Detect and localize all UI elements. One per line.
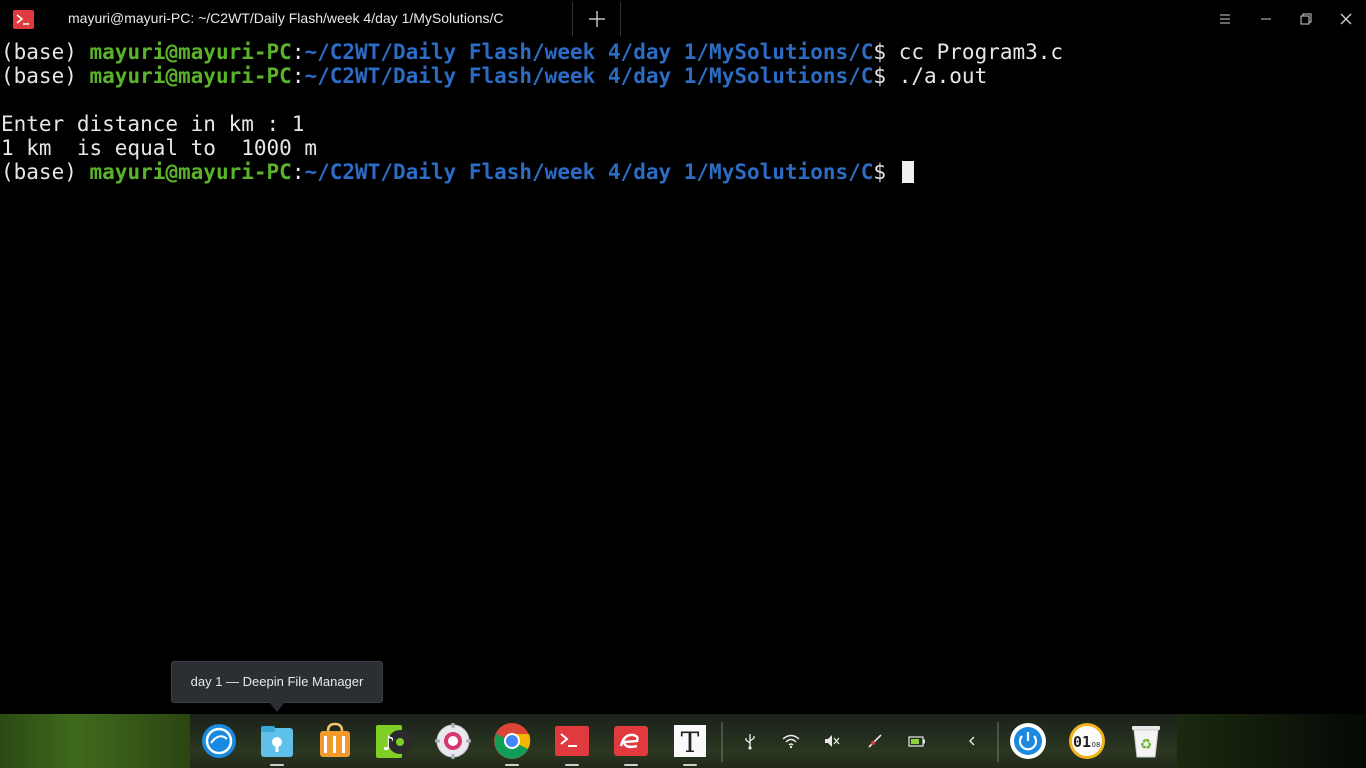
app-store-icon[interactable] [316,722,354,760]
minimize-button[interactable] [1255,8,1277,30]
file-manager-icon[interactable] [258,722,296,760]
svg-text:♻: ♻ [1140,737,1153,753]
conda-env: (base) [1,40,90,64]
running-indicator [683,764,697,766]
clock-icon[interactable]: 01 08 [1068,722,1106,760]
prompt-path: ~/C2WT/Daily Flash/week 4/day 1/MySoluti… [304,40,874,64]
terminal-line: (base) mayuri@mayuri-PC:~/C2WT/Daily Fla… [1,64,987,88]
expand-icon[interactable] [962,731,982,751]
svg-text:♪: ♪ [382,731,395,755]
conda-env: (base) [1,64,90,88]
settings-icon[interactable] [434,722,472,760]
command-text: ./a.out [898,64,988,88]
prompt-symbol: $ [873,160,899,184]
prompt-colon: : [291,160,305,184]
terminal-tab[interactable]: mayuri@mayuri-PC: ~/C2WT/Daily Flash/wee… [48,0,572,38]
dock-separator [721,722,723,762]
trash-icon[interactable]: ♻ [1127,722,1165,760]
launcher-icon[interactable] [200,722,238,760]
wallpaper-right [1177,714,1366,768]
prompt-colon: : [291,40,305,64]
prompt-path: ~/C2WT/Daily Flash/week 4/day 1/MySoluti… [304,64,874,88]
clock-digits: 01 [1073,733,1091,751]
power-icon[interactable] [1009,722,1047,760]
minimize-icon [1261,18,1271,20]
prompt-path: ~/C2WT/Daily Flash/week 4/day 1/MySoluti… [304,160,874,184]
prompt-user: mayuri@mayuri-PC [89,160,292,184]
terminal-line: 1 km is equal to 1000 m [1,136,318,160]
clock-small: 08 [1092,741,1101,749]
dock-separator [997,722,999,762]
terminal-app-icon [13,10,34,29]
terminal-output[interactable]: (base) mayuri@mayuri-PC:~/C2WT/Daily Fla… [0,38,1366,678]
menu-icon [1220,14,1230,24]
conda-env: (base) [1,160,90,184]
menu-button[interactable] [1214,8,1236,30]
pen-icon[interactable] [865,731,885,751]
music-icon[interactable]: ♪ [374,722,412,760]
terminal-line: (base) mayuri@mayuri-PC:~/C2WT/Daily Fla… [1,160,914,184]
prompt-user: mayuri@mayuri-PC [89,40,292,64]
prompt-colon: : [291,64,305,88]
running-indicator [624,764,638,766]
add-tab-button[interactable] [586,8,608,30]
running-indicator [505,764,519,766]
wps-icon[interactable] [612,722,650,760]
title-bar: mayuri@mayuri-PC: ~/C2WT/Daily Flash/wee… [0,0,1366,38]
terminal-line: Enter distance in km : 1 [1,112,305,136]
tab-title: mayuri@mayuri-PC: ~/C2WT/Daily Flash/wee… [68,10,504,26]
volume-muted-icon[interactable] [822,731,842,751]
wifi-icon[interactable] [781,731,801,751]
tooltip-text: day 1 — Deepin File Manager [190,674,364,689]
tab-divider [572,2,573,36]
terminal-line: (base) mayuri@mayuri-PC:~/C2WT/Daily Fla… [1,40,1063,64]
chrome-icon[interactable] [493,722,531,760]
text-cursor [901,161,914,183]
tooltip-arrow [269,702,285,712]
wallpaper-left [0,714,190,768]
terminal-icon[interactable] [553,722,591,760]
prompt-symbol: $ [873,64,899,88]
maximize-button[interactable] [1294,8,1316,30]
running-indicator [270,764,284,766]
usb-icon[interactable] [740,731,760,751]
close-icon [1340,13,1352,25]
tab-divider [620,2,621,36]
prompt-symbol: $ [873,40,899,64]
prompt-user: mayuri@mayuri-PC [89,64,292,88]
battery-icon[interactable] [907,731,927,751]
running-indicator [565,764,579,766]
dock-tooltip: day 1 — Deepin File Manager [171,661,383,703]
close-button[interactable] [1335,8,1357,30]
restore-icon [1300,13,1312,25]
editor-letter: T [681,726,700,759]
text-editor-icon[interactable]: T [671,722,709,760]
command-text: cc Program3.c [898,40,1064,64]
